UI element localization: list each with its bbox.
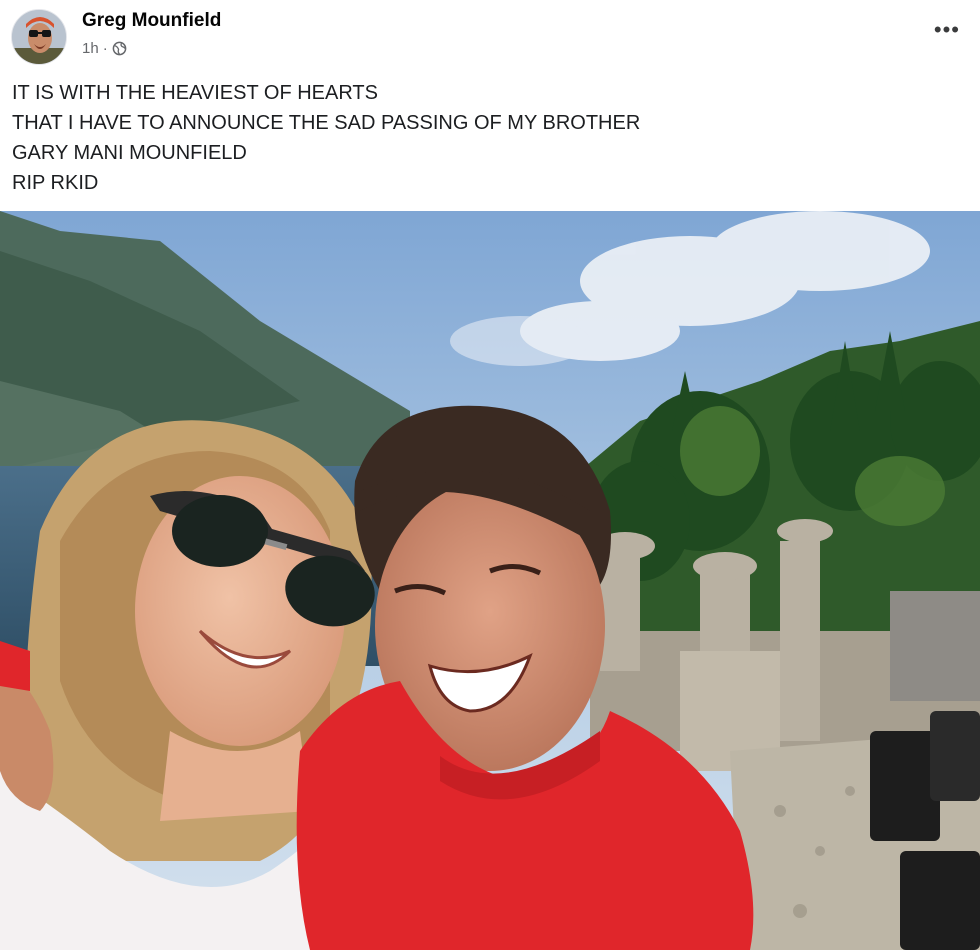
post-header: Greg Mounfield 1h · ••• — [0, 0, 980, 70]
post-meta: 1h · — [82, 40, 127, 57]
author-avatar[interactable] — [11, 9, 67, 65]
post-text-line: IT IS WITH THE HEAVIEST OF HEARTS — [12, 82, 378, 104]
post-timestamp[interactable]: 1h — [82, 40, 99, 57]
post-photo[interactable] — [0, 211, 980, 950]
post-text-line: RIP RKID — [12, 172, 99, 194]
avatar-icon — [12, 10, 66, 64]
globe-icon[interactable] — [112, 41, 127, 56]
post-text-line: GARY MANI MOUNFIELD — [12, 142, 247, 164]
ellipsis-icon: ••• — [933, 17, 960, 42]
more-options-button[interactable]: ••• — [933, 17, 960, 42]
author-name[interactable]: Greg Mounfield — [82, 10, 221, 32]
post-text-line: THAT I HAVE TO ANNOUNCE THE SAD PASSING … — [12, 112, 641, 134]
post-text: IT IS WITH THE HEAVIEST OF HEARTS THAT I… — [12, 78, 952, 198]
selfie-photo-image — [0, 211, 980, 950]
meta-separator: · — [102, 40, 108, 57]
